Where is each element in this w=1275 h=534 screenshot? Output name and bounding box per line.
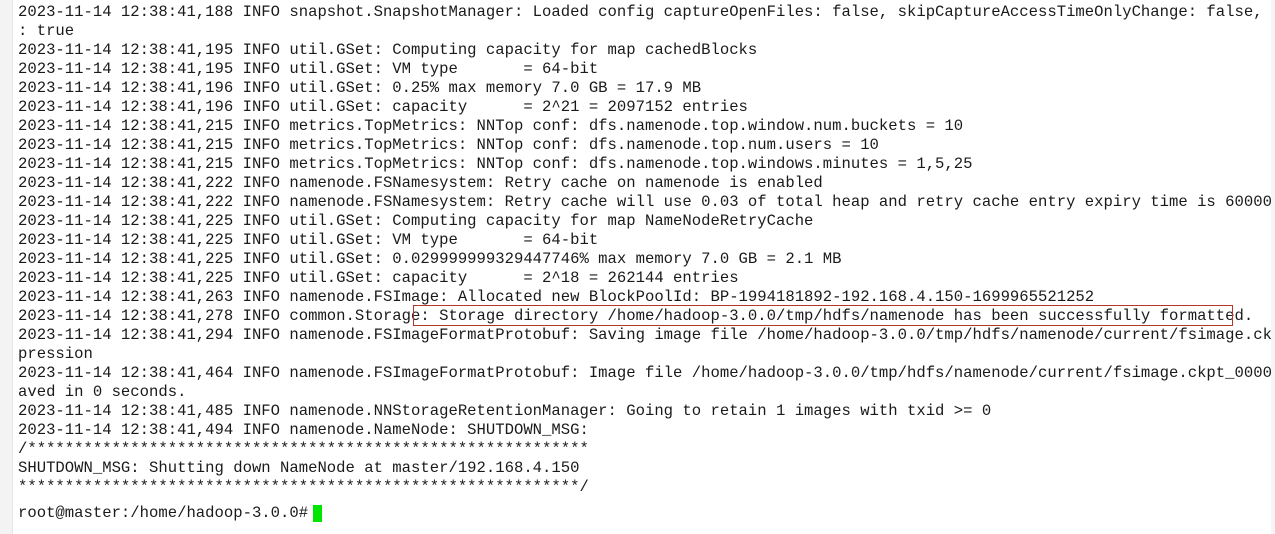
log-line: 2023-11-14 12:38:41,225 INFO util.GSet: …	[18, 212, 814, 230]
log-line: 2023-11-14 12:38:41,225 INFO util.GSet: …	[18, 250, 842, 268]
log-line: 2023-11-14 12:38:41,464 INFO namenode.FS…	[18, 364, 1275, 382]
log-line-storage-formatted: 2023-11-14 12:38:41,278 INFO common.Stor…	[18, 307, 1254, 325]
log-line: 2023-11-14 12:38:41,215 INFO metrics.Top…	[18, 155, 973, 173]
log-line: 2023-11-14 12:38:41,215 INFO metrics.Top…	[18, 117, 964, 135]
log-line: aved in 0 seconds.	[18, 383, 187, 401]
log-line: ****************************************…	[18, 478, 589, 496]
log-line: 2023-11-14 12:38:41,195 INFO util.GSet: …	[18, 60, 599, 78]
log-line: 2023-11-14 12:38:41,494 INFO namenode.Na…	[18, 421, 589, 439]
shell-prompt: root@master:/home/hadoop-3.0.0#	[18, 504, 309, 522]
log-line: SHUTDOWN_MSG: Shutting down NameNode at …	[18, 459, 580, 477]
log-line: 2023-11-14 12:38:41,196 INFO util.GSet: …	[18, 98, 748, 116]
terminal-window[interactable]: 2023-11-14 12:38:41,188 INFO snapshot.Sn…	[0, 0, 1275, 534]
log-line: : true	[18, 22, 75, 40]
text-cursor	[313, 505, 323, 522]
log-line: 2023-11-14 12:38:41,263 INFO namenode.FS…	[18, 288, 1095, 306]
log-line: /***************************************…	[18, 440, 589, 458]
terminal-output[interactable]: 2023-11-14 12:38:41,188 INFO snapshot.Sn…	[18, 3, 1275, 523]
log-line: 2023-11-14 12:38:41,188 INFO snapshot.Sn…	[18, 3, 1275, 21]
log-line: 2023-11-14 12:38:41,195 INFO util.GSet: …	[18, 41, 758, 59]
command-prompt-line[interactable]: root@master:/home/hadoop-3.0.0#	[18, 504, 1275, 523]
log-line: 2023-11-14 12:38:41,196 INFO util.GSet: …	[18, 79, 702, 97]
scrollbar[interactable]	[1271, 0, 1275, 534]
log-line: 2023-11-14 12:38:41,225 INFO util.GSet: …	[18, 231, 599, 249]
log-line: 2023-11-14 12:38:41,294 INFO namenode.FS…	[18, 326, 1275, 344]
log-line: 2023-11-14 12:38:41,215 INFO metrics.Top…	[18, 136, 879, 154]
log-line: 2023-11-14 12:38:41,225 INFO util.GSet: …	[18, 269, 739, 287]
log-line: 2023-11-14 12:38:41,222 INFO namenode.FS…	[18, 174, 823, 192]
terminal-left-gutter	[0, 0, 13, 534]
log-line: 2023-11-14 12:38:41,485 INFO namenode.NN…	[18, 402, 992, 420]
log-line: 2023-11-14 12:38:41,222 INFO namenode.FS…	[18, 193, 1275, 211]
log-line: pression	[18, 345, 93, 363]
